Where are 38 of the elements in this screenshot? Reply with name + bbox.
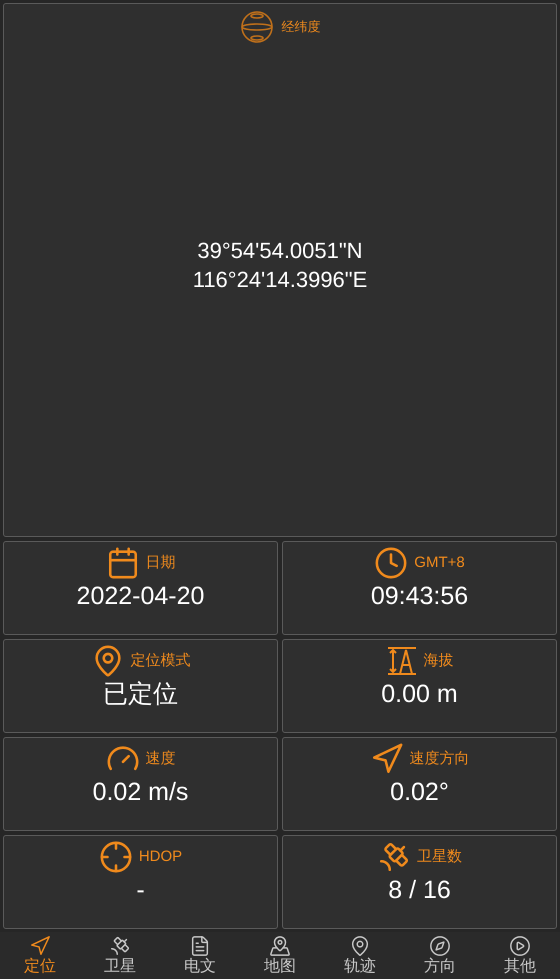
card-label: 海拔: [424, 650, 454, 671]
arrow-icon: [29, 934, 51, 956]
nav-tab[interactable]: 电文: [160, 932, 240, 979]
nav-tab[interactable]: 其他: [480, 932, 560, 979]
card-value: 0.02 m/s: [92, 777, 188, 807]
card-value: 已定位: [103, 679, 178, 709]
card-value: 0.00 m: [381, 679, 458, 709]
card-label: HDOP: [138, 846, 182, 867]
longitude-text: 116°24'14.3996"E: [192, 266, 368, 294]
card-label: 速度: [146, 748, 176, 769]
card-label: 日期: [146, 552, 176, 573]
crosshair-icon: [98, 840, 133, 874]
nav-tab[interactable]: 方向: [400, 932, 480, 979]
card-value: -: [136, 875, 145, 905]
satellite-icon: [377, 840, 411, 874]
globe-icon: [240, 10, 274, 44]
card-label: GMT+8: [414, 552, 465, 573]
nav-tab[interactable]: 轨迹: [320, 932, 400, 979]
card-label: 定位模式: [130, 650, 190, 671]
card-value: 09:43:56: [370, 581, 468, 611]
latitude-text: 39°54'54.0051"N: [197, 237, 363, 265]
document-icon: [189, 934, 211, 956]
map-pin-icon: [349, 934, 371, 956]
card-label: 速度方向: [410, 748, 470, 769]
compass-icon: [429, 934, 451, 956]
clock-icon: [374, 546, 408, 580]
panel-title: 经纬度: [282, 18, 320, 36]
satellite-icon: [109, 934, 131, 956]
card-label: 卫星数: [417, 846, 462, 867]
nav-tab[interactable]: 地图: [240, 932, 320, 979]
card-value: 8 / 16: [388, 875, 451, 905]
play-icon: [509, 934, 531, 956]
nav-tab[interactable]: 定位: [0, 932, 80, 979]
map-icon: [269, 934, 291, 956]
altitude-icon: [386, 645, 418, 677]
nav-tab[interactable]: 卫星: [80, 932, 160, 979]
card-value: 2022-04-20: [76, 581, 204, 611]
card-value: 0.02°: [390, 777, 449, 807]
